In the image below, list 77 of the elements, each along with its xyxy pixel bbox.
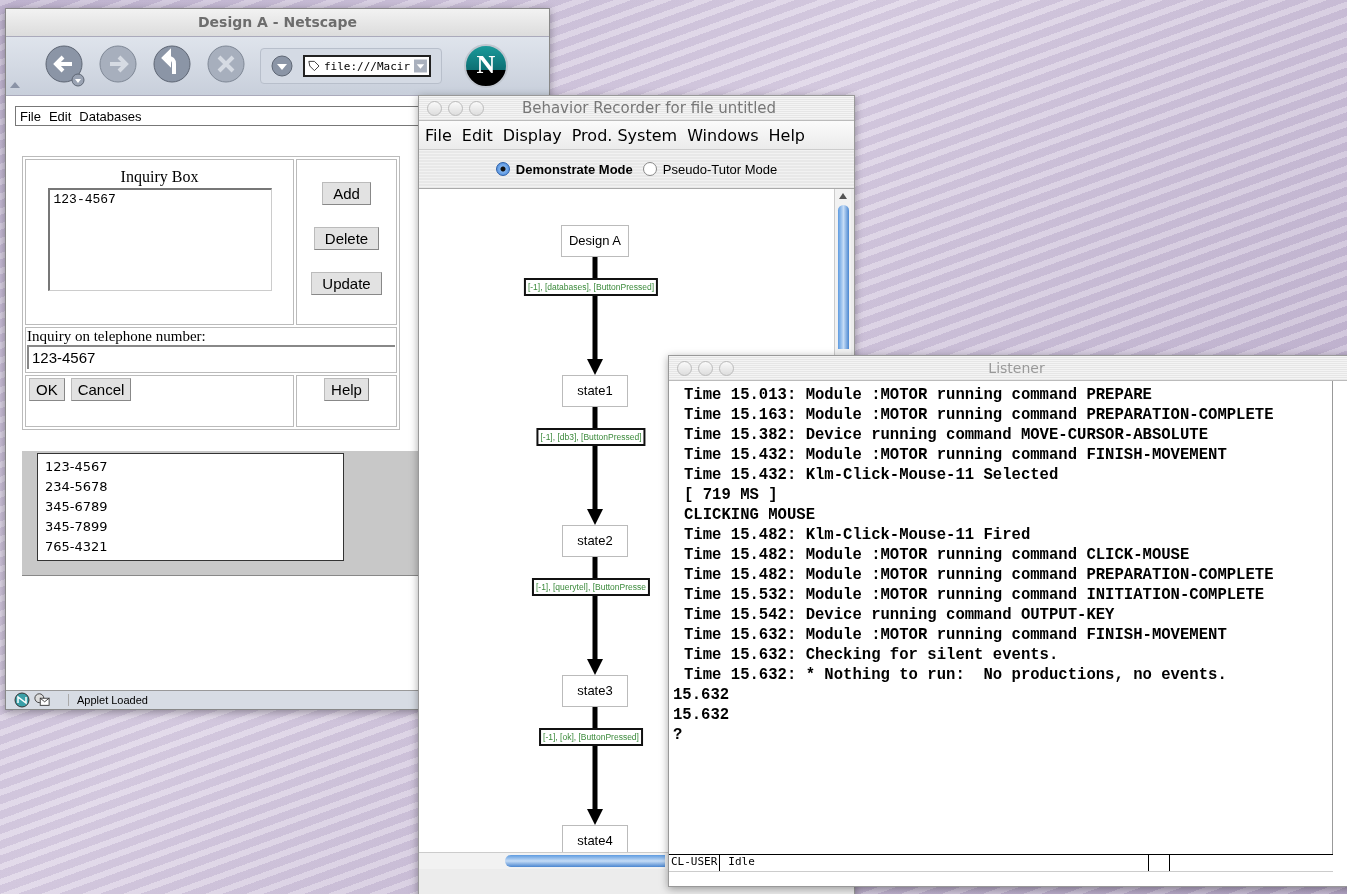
console-line: Time 15.632: Module :MOTOR running command FINISH-MOVEMENT <box>683 625 1228 645</box>
window-control-icon[interactable] <box>427 100 442 116</box>
window-title: Design A - Netscape <box>6 9 549 36</box>
menu-item[interactable]: Help <box>768 125 806 145</box>
menu-item[interactable]: Windows <box>687 125 759 145</box>
menu-item[interactable]: Display <box>502 125 562 145</box>
list-item[interactable]: 123-4567 <box>45 457 336 477</box>
menu-item[interactable]: File <box>425 125 452 145</box>
console-line: Time 15.482: Module :MOTOR running command PREPARATION-COMPLETE <box>683 565 1275 585</box>
console-line: Time 15.482: Klm-Click-Mouse-11 Fired <box>683 525 1032 545</box>
bookmark-tag-icon <box>307 59 320 73</box>
applet-button[interactable]: OK <box>29 378 65 401</box>
status-text: Idle <box>720 855 1150 871</box>
window-control-icon[interactable] <box>698 360 713 376</box>
console-line: [ 719 MS ] <box>683 485 779 505</box>
console-line: ? <box>673 725 684 745</box>
dropdown-circle-icon[interactable] <box>271 55 293 77</box>
state-node[interactable]: Design A <box>561 225 629 257</box>
window-title: Behavior Recorder for file untitled <box>520 99 778 117</box>
console-line: Time 15.432: Module :MOTOR running command FINISH-MOVEMENT <box>683 445 1228 465</box>
edge-label[interactable]: [-1], [databases], [ButtonPressed] <box>523 278 659 296</box>
console-line: Time 15.382: Device running command MOVE-CURSOR-ABSOLUTE <box>683 425 1210 445</box>
console-line: Time 15.632: * Nothing to run: No productions, no events. <box>683 665 1228 685</box>
list-item[interactable]: 765-4321 <box>45 537 336 557</box>
edge-label[interactable]: [-1], [ok], [ButtonPressed] <box>539 728 643 746</box>
window-title: Listener <box>987 360 1046 376</box>
back-arrow-icon[interactable] <box>44 44 88 88</box>
state-node[interactable]: state1 <box>562 375 628 407</box>
console-line: Time 15.013: Module :MOTOR running command PREPARE <box>683 385 1153 405</box>
radio-icon[interactable] <box>495 162 510 176</box>
inquiry-box-title: Inquiry Box <box>120 168 199 186</box>
edge-label[interactable]: [-1], [db3], [ButtonPressed] <box>536 428 646 446</box>
browser-logo[interactable]: N <box>464 44 508 88</box>
window-control-icon[interactable] <box>677 360 692 376</box>
menu-item[interactable]: File <box>20 108 41 124</box>
state-node[interactable]: state3 <box>562 675 628 707</box>
scroll-up-arrow-icon[interactable] <box>839 193 847 199</box>
url-field[interactable]: file:///Macir <box>303 55 431 77</box>
console-line: CLICKING MOUSE <box>683 505 816 525</box>
collapse-triangle-icon[interactable] <box>10 81 20 89</box>
console-line: 15.632 <box>673 705 731 725</box>
edge-label[interactable]: [-1], [querytel], [ButtonPresse <box>531 578 651 596</box>
menu-item[interactable]: Databases <box>79 108 142 124</box>
menu-item[interactable]: Prod. System <box>571 125 678 145</box>
menu-item[interactable]: Edit <box>48 108 72 124</box>
console-line: 15.632 <box>673 685 731 705</box>
package-label: CL-USER <box>669 855 721 871</box>
menu-item[interactable]: Edit <box>461 125 493 145</box>
mail-icon[interactable] <box>34 692 50 708</box>
field-label: Inquiry on telephone number: <box>27 328 207 345</box>
console-line: Time 15.632: Checking for silent events. <box>683 645 1060 665</box>
console-line: Time 15.542: Device running command OUTPUT-KEY <box>683 605 1116 625</box>
window-control-icon[interactable] <box>469 100 484 116</box>
mode-radio-button[interactable]: Pseudo-Tutor Mode <box>642 161 778 177</box>
telephone-input-field[interactable]: 123-4567 <box>27 345 395 369</box>
list-item[interactable]: 234-5678 <box>45 477 336 497</box>
console-line: Time 15.432: Klm-Click-Mouse-11 Selected <box>683 465 1060 485</box>
url-text: file:///Macir <box>323 59 411 73</box>
applet-button[interactable]: Add <box>322 182 371 205</box>
mode-radio-button[interactable]: Demonstrate Mode <box>495 161 633 177</box>
list-item[interactable]: 345-6789 <box>45 497 336 517</box>
applet-button[interactable]: Update <box>311 272 382 295</box>
console-line: Time 15.482: Module :MOTOR running command CLICK-MOUSE <box>683 545 1191 565</box>
help-button[interactable]: Help <box>324 378 369 401</box>
list-item[interactable]: 345-7899 <box>45 517 336 537</box>
console-line: Time 15.532: Module :MOTOR running command INITIATION-COMPLETE <box>683 585 1266 605</box>
inquiry-text-area[interactable]: 123-4567 <box>47 188 272 291</box>
window-control-icon[interactable] <box>719 360 734 376</box>
window-control-icon[interactable] <box>448 100 463 116</box>
applet-button[interactable]: Cancel <box>70 378 132 401</box>
dropdown-icon[interactable] <box>414 59 427 73</box>
radio-icon[interactable] <box>642 162 657 176</box>
applet-button[interactable]: Delete <box>313 227 380 250</box>
state-node[interactable]: state4 <box>562 825 628 852</box>
status-text: Applet Loaded <box>68 694 148 706</box>
console-line: Time 15.163: Module :MOTOR running command PREPARATION-COMPLETE <box>683 405 1275 425</box>
state-node[interactable]: state2 <box>562 525 628 557</box>
